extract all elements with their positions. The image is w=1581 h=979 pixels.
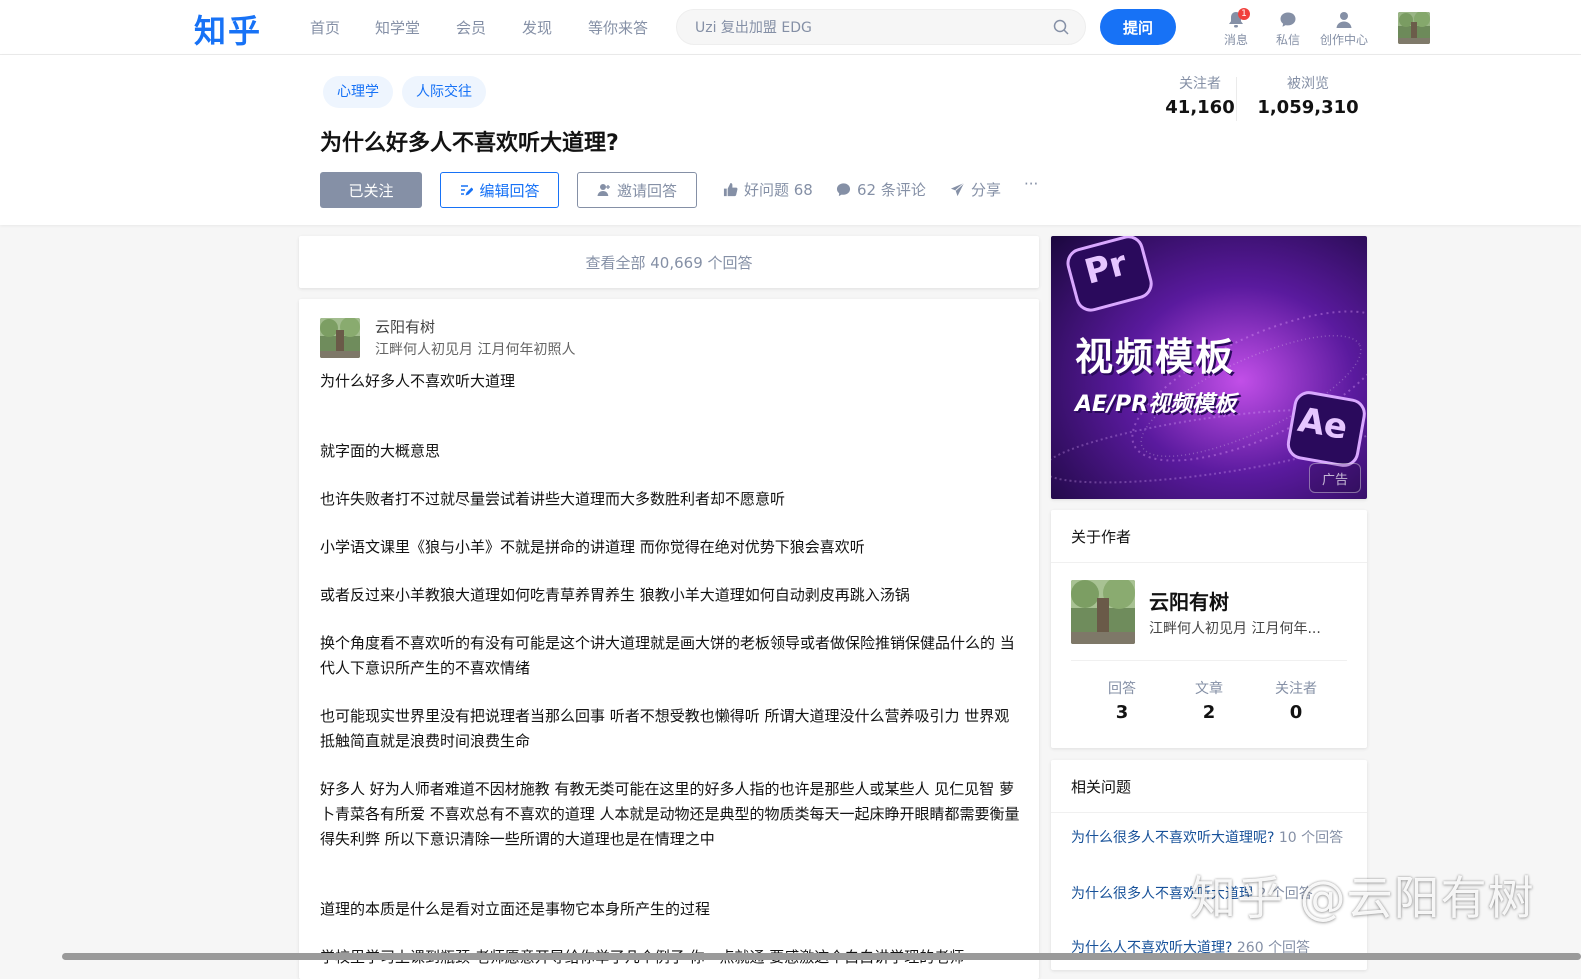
question-title: 为什么好多人不喜欢听大道理?: [320, 131, 619, 156]
share-button[interactable]: 分享: [950, 179, 1001, 200]
topic-tag-psychology[interactable]: 心理学: [323, 76, 393, 108]
top-navigation-bar: 知乎 首页 知学堂 会员 发现 等你来答 提问 1 消息 私信 创作中心: [0, 0, 1581, 55]
horizontal-scrollbar[interactable]: [62, 953, 1581, 960]
views-label: 被浏览: [1287, 76, 1329, 92]
nav-discover[interactable]: 发现: [522, 17, 552, 38]
sidebar-ad-banner[interactable]: Pr Ae 视频模板 AE/PR视频模板 广告: [1051, 236, 1367, 499]
related-question-title: 为什么很多人不喜欢听大道理呢?: [1071, 830, 1275, 846]
tree-avatar-image: [320, 318, 360, 358]
author-answers-stat[interactable]: 回答 3: [1077, 678, 1167, 723]
card-divider: [1051, 812, 1367, 813]
search-icon[interactable]: [1053, 19, 1069, 35]
edit-answer-label: 编辑回答: [479, 181, 540, 200]
comments-button[interactable]: 62 条评论: [836, 179, 926, 200]
creator-center-label: 创作中心: [1319, 33, 1368, 47]
view-all-answers-button[interactable]: 查看全部 40,669 个回答: [299, 236, 1039, 288]
question-header: 心理学 人际交往 为什么好多人不喜欢听大道理? 已关注 编辑回答 邀请回答 好问…: [0, 55, 1581, 225]
ad-label-badge: 广告: [1309, 463, 1361, 493]
notifications-button[interactable]: 1 消息: [1208, 8, 1264, 48]
edit-answer-button[interactable]: 编辑回答: [440, 172, 559, 208]
tree-avatar-image: [1071, 580, 1135, 644]
edit-icon: [461, 185, 474, 196]
zhihu-logo[interactable]: 知乎: [194, 6, 262, 52]
related-question-count: 10 个回答: [1278, 830, 1344, 846]
author-answers-label: 回答: [1108, 681, 1136, 697]
answer-paragraph: 或者反过来小羊教狼大道理如何吃青草养胃养生 狼教小羊大道理如何自动剥皮再跳入汤锅: [320, 586, 910, 604]
card-divider: [1071, 660, 1347, 661]
answer-author-bio: 江畔何人初见月 江月何年初照人: [375, 342, 576, 358]
author-articles-stat[interactable]: 文章 2: [1164, 678, 1254, 723]
nav-vip[interactable]: 会员: [456, 17, 486, 38]
creator-icon: [1336, 12, 1352, 28]
answer-paragraph: 就字面的大概意思: [320, 442, 441, 460]
answer-paragraph: 小学语文课里《狼与小羊》不就是拼命的讲道理 而你觉得在绝对优势下狼会喜欢听: [320, 538, 865, 556]
followed-button[interactable]: 已关注: [320, 172, 422, 208]
topic-tag-social[interactable]: 人际交往: [402, 76, 486, 108]
author-card-avatar[interactable]: [1071, 580, 1135, 644]
ad-ae-logo: Ae: [1294, 400, 1351, 448]
notification-badge: 1: [1238, 8, 1250, 20]
chat-icon: [1280, 12, 1296, 27]
author-followers-count: 0: [1289, 702, 1303, 723]
answer-author-name[interactable]: 云阳有树: [375, 316, 435, 337]
comment-icon: [836, 183, 851, 197]
about-author-card: 关于作者 云阳有树 江畔何人初见月 江月何年... 回答 3 文章 2 关注者 …: [1051, 510, 1367, 748]
author-card-bio: 江畔何人初见月 江月何年...: [1149, 621, 1321, 637]
share-label: 分享: [971, 181, 1002, 199]
card-divider: [1051, 562, 1367, 563]
author-followers-stat[interactable]: 关注者 0: [1251, 678, 1341, 723]
related-question-link[interactable]: 为什么很多人不喜欢听大道理呢? 10 个回答: [1071, 827, 1351, 850]
invite-user-icon: [597, 184, 610, 196]
answer-paragraph: 好多人 好为人师者难道不因材施教 有教无类可能在这里的好多人指的也许是那些人或某…: [320, 780, 1020, 848]
author-answers-count: 3: [1115, 702, 1129, 723]
thumbs-up-icon: [723, 182, 738, 197]
creator-center-button[interactable]: 创作中心: [1312, 10, 1376, 48]
author-articles-count: 2: [1202, 702, 1216, 723]
author-card-name[interactable]: 云阳有树: [1149, 586, 1229, 615]
invite-answer-button[interactable]: 邀请回答: [577, 172, 697, 208]
notifications-label: 消息: [1223, 33, 1248, 47]
answer-paragraph: 换个角度看不喜欢听的有没有可能是这个讲大道理就是画大饼的老板领导或者做保险推销保…: [320, 634, 1015, 677]
related-questions-heading: 相关问题: [1071, 778, 1132, 796]
ad-title: 视频模板: [1075, 335, 1236, 379]
author-followers-label: 关注者: [1275, 681, 1317, 697]
answer-author-avatar[interactable]: [320, 318, 360, 358]
nav-waiting-answers[interactable]: 等你来答: [588, 17, 648, 38]
answer-card: 云阳有树 江畔何人初见月 江月何年初照人 为什么好多人不喜欢听大道理 就字面的大…: [299, 299, 1039, 979]
author-articles-label: 文章: [1195, 681, 1223, 697]
ask-question-button[interactable]: 提问: [1100, 9, 1176, 45]
answer-paragraph: 为什么好多人不喜欢听大道理: [320, 372, 516, 390]
answer-paragraph: 也可能现实世界里没有把说理者当那么回事 听者不想受教也懒得听 所谓大道理没什么营…: [320, 707, 1010, 750]
answer-paragraph: 也许失败者打不过就尽量尝试着讲些大道理而大多数胜利者却不愿意听: [320, 490, 786, 508]
messages-button[interactable]: 私信: [1260, 10, 1316, 48]
search-input[interactable]: [693, 10, 1037, 46]
search-box[interactable]: [676, 9, 1086, 46]
stats-divider: [1236, 77, 1237, 121]
user-avatar[interactable]: [1398, 12, 1430, 44]
views-count: 1,059,310: [1257, 97, 1359, 118]
nav-zhixuetang[interactable]: 知学堂: [375, 17, 420, 38]
nav-home[interactable]: 首页: [310, 17, 340, 38]
zhihu-watermark: 知乎 @云阳有树: [1190, 871, 1535, 925]
ad-subtitle: AE/PR视频模板: [1075, 392, 1237, 417]
more-actions-button[interactable]: ···: [1024, 175, 1038, 193]
followers-label: 关注者: [1179, 76, 1221, 92]
good-question-label: 好问题 68: [744, 181, 813, 199]
share-icon: [950, 182, 965, 197]
followers-count[interactable]: 41,160: [1150, 97, 1250, 118]
about-author-heading: 关于作者: [1071, 528, 1132, 546]
tree-avatar-image: [1398, 12, 1430, 44]
good-question-button[interactable]: 好问题 68: [723, 179, 813, 200]
invite-answer-label: 邀请回答: [616, 181, 677, 200]
messages-label: 私信: [1275, 33, 1300, 47]
answer-paragraph: 道理的本质是什么是看对立面还是事物它本身所产生的过程: [320, 900, 711, 918]
comments-label: 62 条评论: [857, 181, 926, 199]
